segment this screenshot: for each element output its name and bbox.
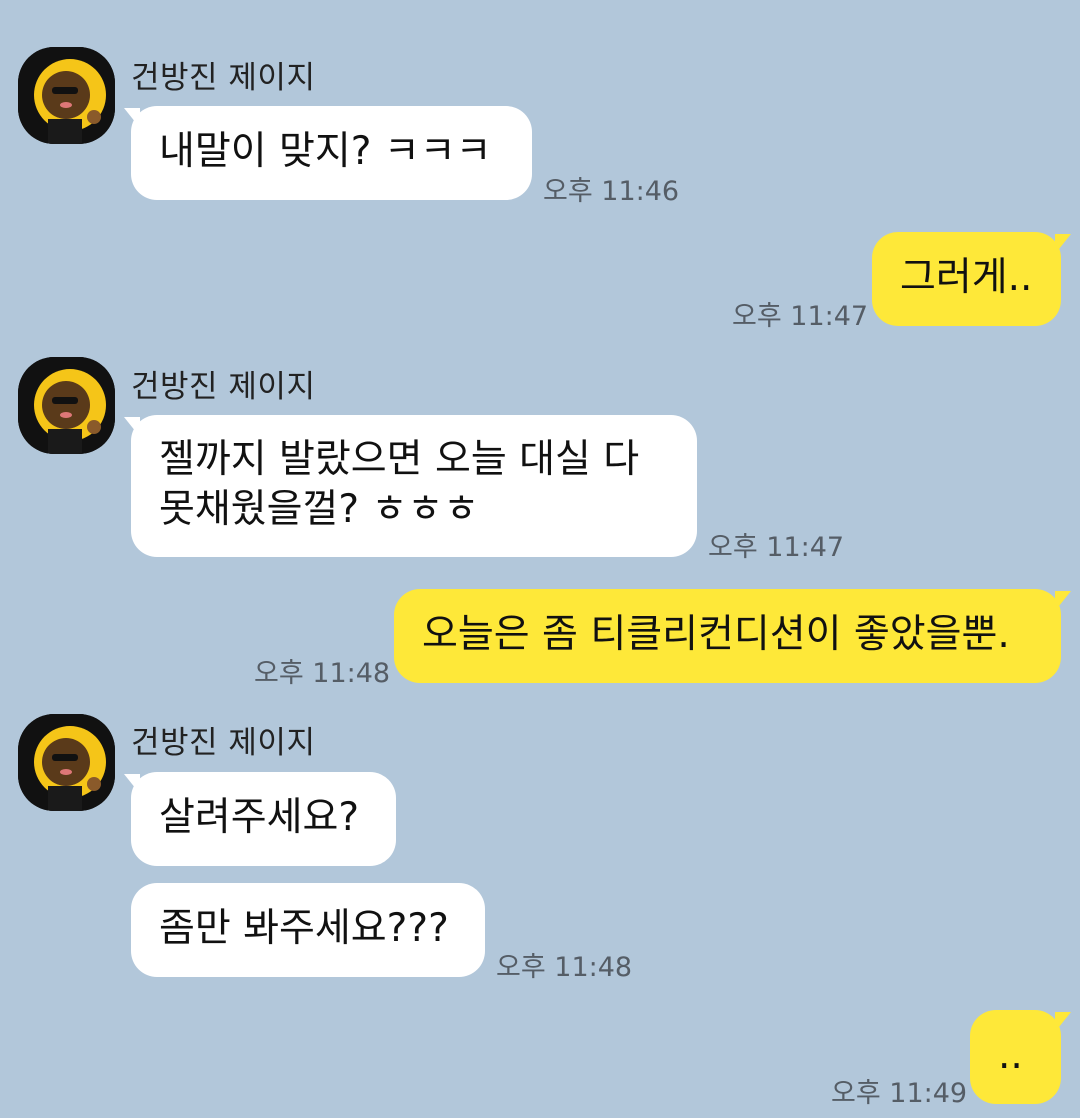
chat-room: 건방진 제이지 내말이 맞지? ㅋㅋㅋ 오후 11:46 그러게.. 오후 11… (0, 0, 1080, 1118)
sender-avatar[interactable] (18, 357, 115, 454)
message-bubble-outgoing[interactable]: .. (970, 1010, 1061, 1104)
message-timestamp: 오후 11:48 (254, 658, 391, 689)
bubble-tail (1055, 234, 1071, 254)
sender-name: 건방진 제이지 (131, 60, 316, 96)
message-text: 좀만 봐주세요??? (159, 906, 449, 951)
message-bubble-incoming[interactable]: 내말이 맞지? ㅋㅋㅋ (131, 106, 532, 200)
message-timestamp: 오후 11:46 (543, 176, 680, 207)
message-bubble-incoming[interactable]: 살려주세요? (131, 772, 396, 866)
message-bubble-incoming[interactable]: 젤까지 발랐으면 오늘 대실 다 못채웠을껄? ㅎㅎㅎ (131, 415, 697, 557)
message-timestamp: 오후 11:47 (708, 532, 845, 563)
message-text: 그러게.. (900, 255, 1033, 300)
profile-avatar-icon (18, 714, 115, 811)
message-bubble-outgoing[interactable]: 그러게.. (872, 232, 1061, 326)
sender-name: 건방진 제이지 (131, 369, 316, 405)
message-timestamp: 오후 11:49 (831, 1078, 968, 1109)
message-text: 내말이 맞지? ㅋㅋㅋ (159, 129, 492, 174)
message-text: 오늘은 좀 티클리컨디션이 좋았을뿐. (422, 612, 1010, 657)
sender-name: 건방진 제이지 (131, 725, 316, 761)
profile-avatar-icon (18, 357, 115, 454)
message-bubble-outgoing[interactable]: 오늘은 좀 티클리컨디션이 좋았을뿐. (394, 589, 1061, 683)
message-text: .. (998, 1033, 1023, 1078)
message-text-line: 못채웠을껄? ㅎㅎㅎ (159, 487, 480, 532)
message-text-line: 젤까지 발랐으면 오늘 대실 다 (159, 437, 640, 482)
profile-avatar-icon (18, 47, 115, 144)
message-bubble-incoming[interactable]: 좀만 봐주세요??? (131, 883, 485, 977)
bubble-tail (1055, 1012, 1071, 1032)
message-text: 살려주세요? (159, 795, 360, 840)
message-timestamp: 오후 11:48 (496, 952, 633, 983)
sender-avatar[interactable] (18, 47, 115, 144)
sender-avatar[interactable] (18, 714, 115, 811)
message-timestamp: 오후 11:47 (732, 301, 869, 332)
bubble-tail (1055, 591, 1071, 611)
